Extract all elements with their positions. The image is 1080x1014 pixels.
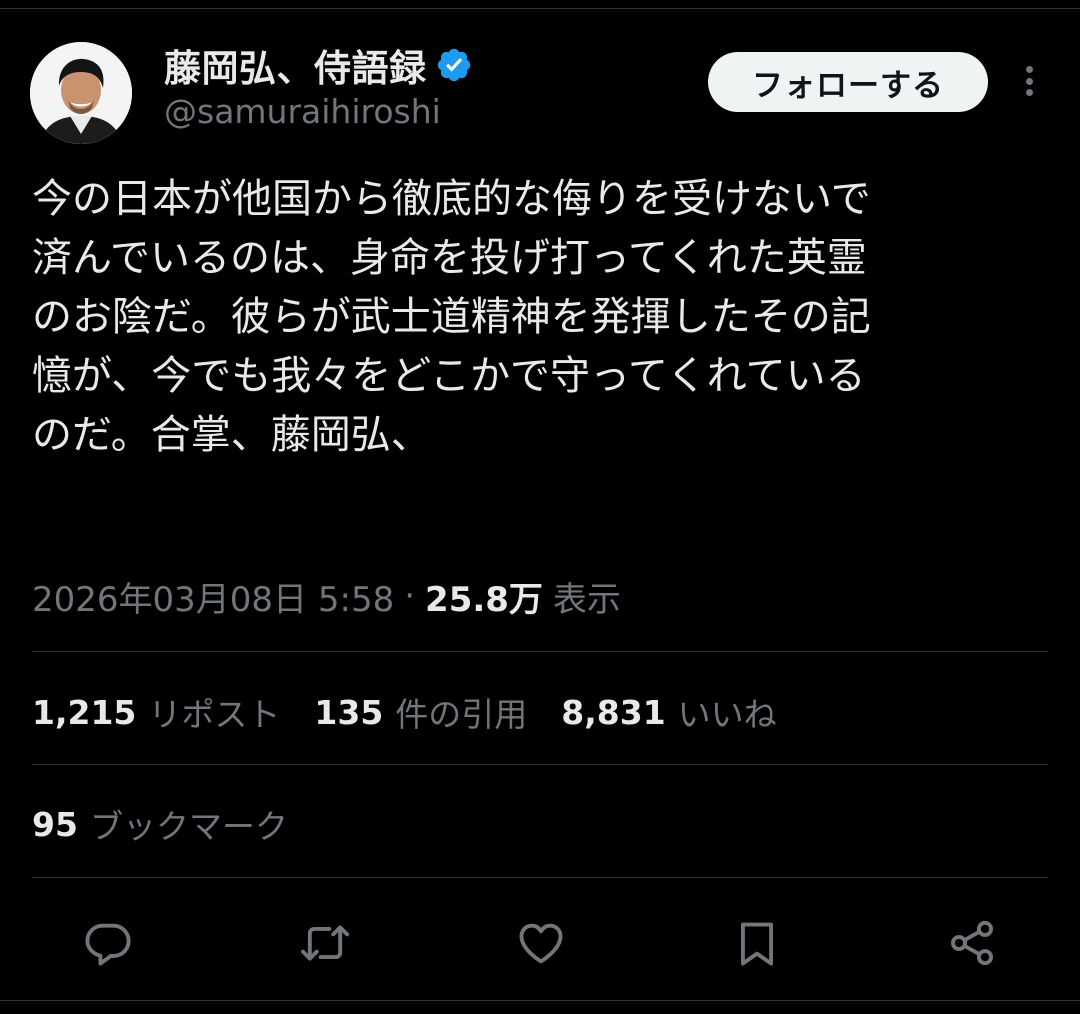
repost-button[interactable] — [297, 915, 353, 971]
verified-badge-icon[interactable] — [435, 46, 473, 84]
views-label: 表示 — [552, 579, 621, 620]
divider — [32, 651, 1048, 652]
bookmarks-stat[interactable]: 95 ブックマーク — [32, 794, 288, 854]
bookmarks-label: ブックマーク — [89, 807, 288, 846]
reply-icon — [85, 923, 131, 966]
avatar-photo — [30, 42, 132, 144]
likes-count: 8,831 — [561, 692, 666, 732]
tweet-meta: 2026年03月08日 5:58 · 25.8万 表示 — [32, 566, 621, 626]
quotes-stat[interactable]: 135 件の引用 — [314, 688, 527, 736]
quotes-count: 135 — [314, 692, 384, 732]
quotes-label: 件の引用 — [395, 695, 528, 734]
repost-icon — [300, 925, 350, 961]
more-dot — [1025, 77, 1033, 85]
follow-button[interactable]: フォローする — [708, 52, 988, 112]
tweet-text-line: 憶が、今でも我々をどこかで守ってくれている — [32, 353, 866, 399]
bookmarks-count: 95 — [32, 804, 78, 844]
more-dot — [1025, 89, 1033, 96]
tweet-text-line: 済んでいるのは、身命を投げ打ってくれた英霊 — [32, 235, 867, 281]
like-button[interactable] — [513, 915, 569, 971]
timestamp[interactable]: 2026年03月08日 5:58 — [32, 572, 394, 621]
tweet-text-line: のお陰だ。彼らが武士道精神を発揮したその記 — [32, 294, 871, 340]
divider — [32, 764, 1048, 765]
share-icon — [950, 920, 994, 966]
tweet-text: 今の日本が他国から徹底的な侮りを受けないで 済んでいるのは、身命を投げ打ってくれ… — [32, 170, 1052, 465]
reposts-stat[interactable]: 1,215 リポスト — [32, 688, 280, 736]
bottom-divider — [0, 1000, 1080, 1001]
action-bar — [0, 905, 1080, 975]
tweet-text-line: のだ。合掌、藤岡弘、 — [32, 412, 431, 458]
likes-stat[interactable]: 8,831 いいね — [561, 688, 776, 736]
divider — [32, 877, 1048, 878]
avatar[interactable] — [30, 42, 132, 144]
handle[interactable]: @samuraihiroshi — [164, 92, 441, 131]
display-name-row: 藤岡弘、侍語録 — [164, 40, 473, 90]
bookmark-icon — [740, 922, 774, 966]
heart-icon — [519, 923, 563, 964]
more-dot — [1025, 66, 1033, 73]
reply-button[interactable] — [80, 915, 136, 971]
reposts-count: 1,215 — [32, 692, 137, 732]
more-vertical-icon[interactable] — [1014, 58, 1044, 104]
tweet-text-line: 今の日本が他国から徹底的な侮りを受けないで — [32, 176, 871, 222]
display-name[interactable]: 藤岡弘、侍語録 — [164, 38, 427, 92]
likes-label: いいね — [677, 695, 777, 734]
views-count[interactable]: 25.8万 — [425, 572, 543, 621]
bookmark-button[interactable] — [729, 915, 785, 971]
share-button[interactable] — [944, 915, 1000, 971]
engagement-stats: 1,215 リポスト 135 件の引用 8,831 いいね — [32, 682, 811, 742]
meta-separator: · — [404, 576, 416, 616]
reposts-label: リポスト — [148, 695, 281, 734]
top-divider — [0, 8, 1080, 9]
